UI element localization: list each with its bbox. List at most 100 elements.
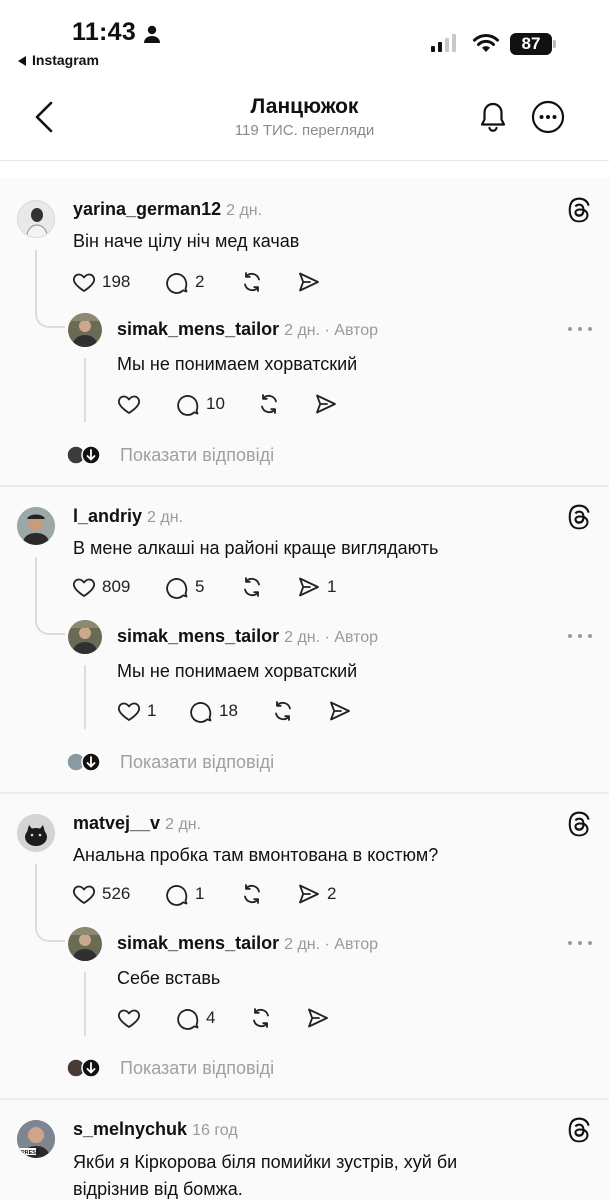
view-count: 119 ТИС. перегляди	[234, 122, 375, 139]
threads-logo-icon[interactable]	[566, 810, 592, 838]
comment-thread: yarina_german12 2 дн. Він наче цілу ніч …	[0, 178, 609, 485]
comment-text: Анальна пробка там вмонтована в костюм?	[73, 845, 439, 865]
repost-button[interactable]	[240, 270, 264, 294]
repost-icon	[249, 1006, 273, 1030]
reply-share-button[interactable]	[306, 1006, 330, 1030]
comment-time: 2 дн.	[165, 816, 202, 833]
comment-username[interactable]: l_andriy 2 дн.	[73, 506, 183, 527]
reply-username[interactable]: simak_mens_tailor 2 дн. · Автор	[117, 626, 378, 647]
comment-icon	[176, 392, 200, 416]
username-text[interactable]: matvej__v	[73, 813, 160, 833]
heart-icon	[72, 575, 96, 599]
reply-repost-button[interactable]	[271, 699, 295, 723]
like-count: 198	[102, 272, 131, 291]
reply-repost-button[interactable]	[257, 392, 281, 416]
status-bar: 11:43 Instagram 87	[0, 0, 609, 78]
reply-button[interactable]: 1	[165, 882, 204, 906]
heart-icon	[72, 882, 96, 906]
comment-username[interactable]: matvej__v 2 дн.	[73, 813, 201, 834]
threads-logo-icon[interactable]	[566, 196, 592, 224]
repost-icon	[257, 392, 281, 416]
like-button[interactable]: 198	[72, 270, 130, 294]
reply-share-button[interactable]	[314, 392, 338, 416]
reply-username[interactable]: simak_mens_tailor 2 дн. · Автор	[117, 933, 378, 954]
comment-username[interactable]: yarina_german12 2 дн.	[73, 199, 262, 220]
reply-avatar[interactable]	[68, 313, 102, 347]
reply-username[interactable]: simak_mens_tailor 2 дн. · Автор	[117, 319, 378, 340]
share-button[interactable]	[297, 270, 321, 294]
reply-more-icon[interactable]	[568, 327, 592, 333]
comment-icon	[165, 882, 189, 906]
comment-thread: matvej__v 2 дн. Анальна пробка там вмонт…	[0, 794, 609, 1098]
reply-like-button[interactable]	[117, 392, 147, 416]
show-replies-link[interactable]: Показати відповіді	[120, 752, 274, 773]
reply-time: 2 дн. · Автор	[284, 629, 379, 646]
reply-username-text[interactable]: simak_mens_tailor	[117, 319, 279, 339]
heart-icon	[117, 1006, 141, 1030]
svg-text:PRESS: PRESS	[21, 1150, 40, 1156]
reply-thread-line	[84, 665, 86, 729]
repost-icon	[271, 699, 295, 723]
cellular-signal-icon	[431, 34, 456, 52]
avatar[interactable]	[17, 507, 55, 545]
back-app-label: Instagram	[32, 52, 99, 68]
reply-comment-button[interactable]: 10	[176, 392, 225, 416]
reply-avatar[interactable]	[68, 927, 102, 961]
back-to-app-link[interactable]: Instagram	[18, 52, 99, 68]
share-count: 2	[327, 884, 337, 903]
threads-logo-icon[interactable]	[566, 1116, 592, 1144]
reply-repost-button[interactable]	[249, 1006, 273, 1030]
bell-icon[interactable]	[477, 100, 509, 134]
like-button[interactable]: 809	[72, 575, 130, 599]
reply-time: 2 дн. · Автор	[284, 322, 379, 339]
username-text[interactable]: s_melnychuk	[73, 1119, 187, 1139]
reply-comment-button[interactable]: 4	[176, 1006, 215, 1030]
like-count: 809	[102, 577, 131, 596]
comment-username[interactable]: s_melnychuk 16 год	[73, 1119, 238, 1140]
repost-button[interactable]	[240, 575, 264, 599]
reply-like-button[interactable]	[117, 1006, 147, 1030]
repost-icon	[240, 575, 264, 599]
like-button[interactable]: 526	[72, 882, 130, 906]
person-icon	[144, 25, 160, 43]
reply-share-button[interactable]	[328, 699, 352, 723]
username-text[interactable]: yarina_german12	[73, 199, 221, 219]
reply-count: 5	[195, 577, 205, 596]
heart-icon	[72, 270, 96, 294]
show-replies-link[interactable]: Показати відповіді	[120, 445, 274, 466]
send-icon	[314, 392, 338, 416]
username-text[interactable]: l_andriy	[73, 506, 142, 526]
send-icon	[297, 882, 321, 906]
heart-icon	[117, 699, 141, 723]
show-replies-link[interactable]: Показати відповіді	[120, 1058, 274, 1079]
reply-time: 2 дн. · Автор	[284, 936, 379, 953]
reply-button[interactable]: 5	[165, 575, 204, 599]
threads-logo-icon[interactable]	[566, 503, 592, 531]
spacer	[0, 161, 609, 178]
reply-thread-line	[84, 972, 86, 1036]
reply-more-icon[interactable]	[568, 941, 592, 947]
reply-button[interactable]: 2	[165, 270, 204, 294]
more-options-icon[interactable]	[531, 100, 565, 134]
avatar[interactable]	[17, 814, 55, 852]
share-button[interactable]: 2	[297, 882, 336, 906]
share-button[interactable]: 1	[297, 575, 336, 599]
like-count: 526	[102, 884, 131, 903]
battery-indicator: 87	[510, 33, 552, 55]
reply-comment-count: 4	[206, 1008, 216, 1027]
send-icon	[297, 270, 321, 294]
reply-comment-count: 10	[206, 394, 225, 413]
send-icon	[306, 1006, 330, 1030]
comment-text-line-2: відрізнив від бомжа.	[73, 1179, 243, 1199]
reply-avatar[interactable]	[68, 620, 102, 654]
reply-more-icon[interactable]	[568, 634, 592, 640]
reply-username-text[interactable]: simak_mens_tailor	[117, 933, 279, 953]
avatar[interactable]: PRESS	[17, 1120, 55, 1158]
reply-username-text[interactable]: simak_mens_tailor	[117, 626, 279, 646]
reply-count: 1	[195, 884, 205, 903]
avatar[interactable]	[17, 200, 55, 238]
repost-button[interactable]	[240, 882, 264, 906]
reply-comment-button[interactable]: 18	[189, 699, 238, 723]
reply-like-button[interactable]: 1	[117, 699, 156, 723]
send-icon	[297, 575, 321, 599]
